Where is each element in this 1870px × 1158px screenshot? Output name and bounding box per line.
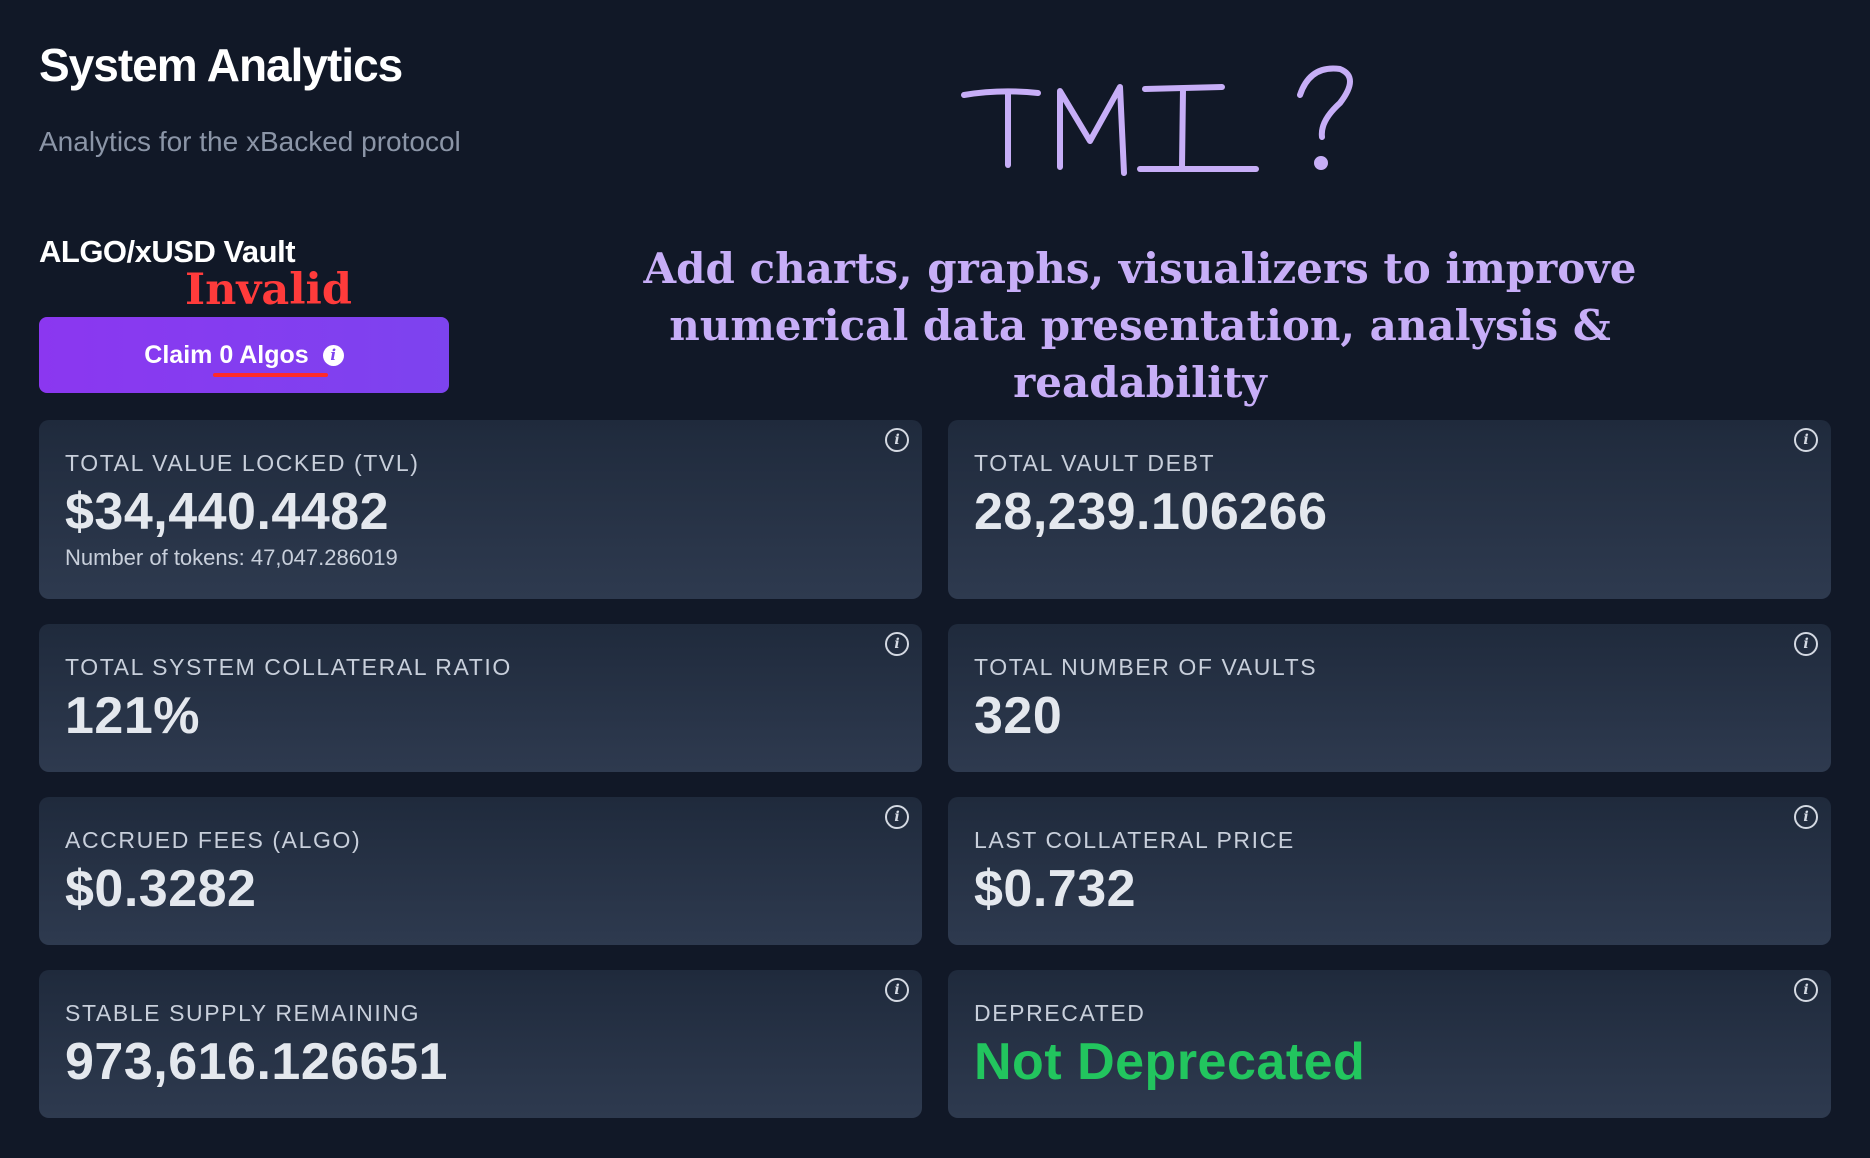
- stat-card-stable-supply: i STABLE SUPPLY REMAINING 973,616.126651: [39, 970, 922, 1118]
- stat-card-collateral-ratio: i TOTAL SYSTEM COLLATERAL RATIO 121%: [39, 624, 922, 772]
- stat-card-vault-debt: i TOTAL VAULT DEBT 28,239.106266: [948, 420, 1831, 599]
- info-icon[interactable]: i: [1794, 978, 1818, 1002]
- annotation-underline: [213, 373, 328, 377]
- stat-card-deprecated: i DEPRECATED Not Deprecated: [948, 970, 1831, 1118]
- suggestion-line-2: numerical data presentation, analysis & …: [669, 301, 1611, 407]
- stat-card-tvl: i TOTAL VALUE LOCKED (TVL) $34,440.4482 …: [39, 420, 922, 599]
- info-icon[interactable]: i: [1794, 805, 1818, 829]
- stat-label: DEPRECATED: [974, 1000, 1146, 1026]
- stat-label: STABLE SUPPLY REMAINING: [65, 1000, 421, 1026]
- info-icon[interactable]: i: [885, 978, 909, 1002]
- claim-amount: 0: [219, 340, 234, 369]
- stat-label: TOTAL VAULT DEBT: [974, 450, 1216, 476]
- info-icon[interactable]: i: [885, 428, 909, 452]
- annotation-invalid: Invalid: [185, 265, 352, 315]
- annotation-suggestion: Add charts, graphs, visualizers to impro…: [580, 240, 1700, 411]
- stat-label: TOTAL VALUE LOCKED (TVL): [65, 450, 420, 476]
- stat-label: TOTAL SYSTEM COLLATERAL RATIO: [65, 654, 512, 680]
- page-subtitle: Analytics for the xBacked protocol: [39, 126, 461, 157]
- stat-value: 121%: [65, 687, 200, 745]
- stat-value: $0.3282: [65, 860, 257, 918]
- stat-label: LAST COLLATERAL PRICE: [974, 827, 1295, 853]
- stat-value: 973,616.126651: [65, 1033, 448, 1091]
- info-icon[interactable]: i: [885, 805, 909, 829]
- stat-value: 28,239.106266: [974, 483, 1328, 541]
- page-title: System Analytics: [39, 39, 403, 91]
- stat-value: $0.732: [974, 860, 1137, 918]
- claim-algos-button[interactable]: Claim 0 Algos i: [39, 317, 449, 393]
- deprecated-status: Not Deprecated: [974, 1033, 1366, 1091]
- stat-value: $34,440.4482: [65, 483, 390, 541]
- claim-suffix: Algos: [233, 340, 309, 369]
- stat-label: TOTAL NUMBER OF VAULTS: [974, 654, 1318, 680]
- stat-card-accrued-fees: i ACCRUED FEES (ALGO) $0.3282: [39, 797, 922, 945]
- info-icon[interactable]: i: [1794, 632, 1818, 656]
- info-icon[interactable]: i: [885, 632, 909, 656]
- stat-subtext: Number of tokens: 47,047.286019: [65, 545, 398, 570]
- stat-label: ACCRUED FEES (ALGO): [65, 827, 362, 853]
- stat-value: 320: [974, 687, 1063, 745]
- stat-card-collateral-price: i LAST COLLATERAL PRICE $0.732: [948, 797, 1831, 945]
- annotation-tmi: [961, 65, 1353, 176]
- info-icon[interactable]: i: [1794, 428, 1818, 452]
- suggestion-line-1: Add charts, graphs, visualizers to impro…: [643, 244, 1637, 293]
- analytics-page: System Analytics Analytics for the xBack…: [0, 0, 1870, 1158]
- stat-card-number-of-vaults: i TOTAL NUMBER OF VAULTS 320: [948, 624, 1831, 772]
- claim-prefix: Claim: [144, 340, 220, 369]
- info-icon[interactable]: i: [322, 344, 344, 366]
